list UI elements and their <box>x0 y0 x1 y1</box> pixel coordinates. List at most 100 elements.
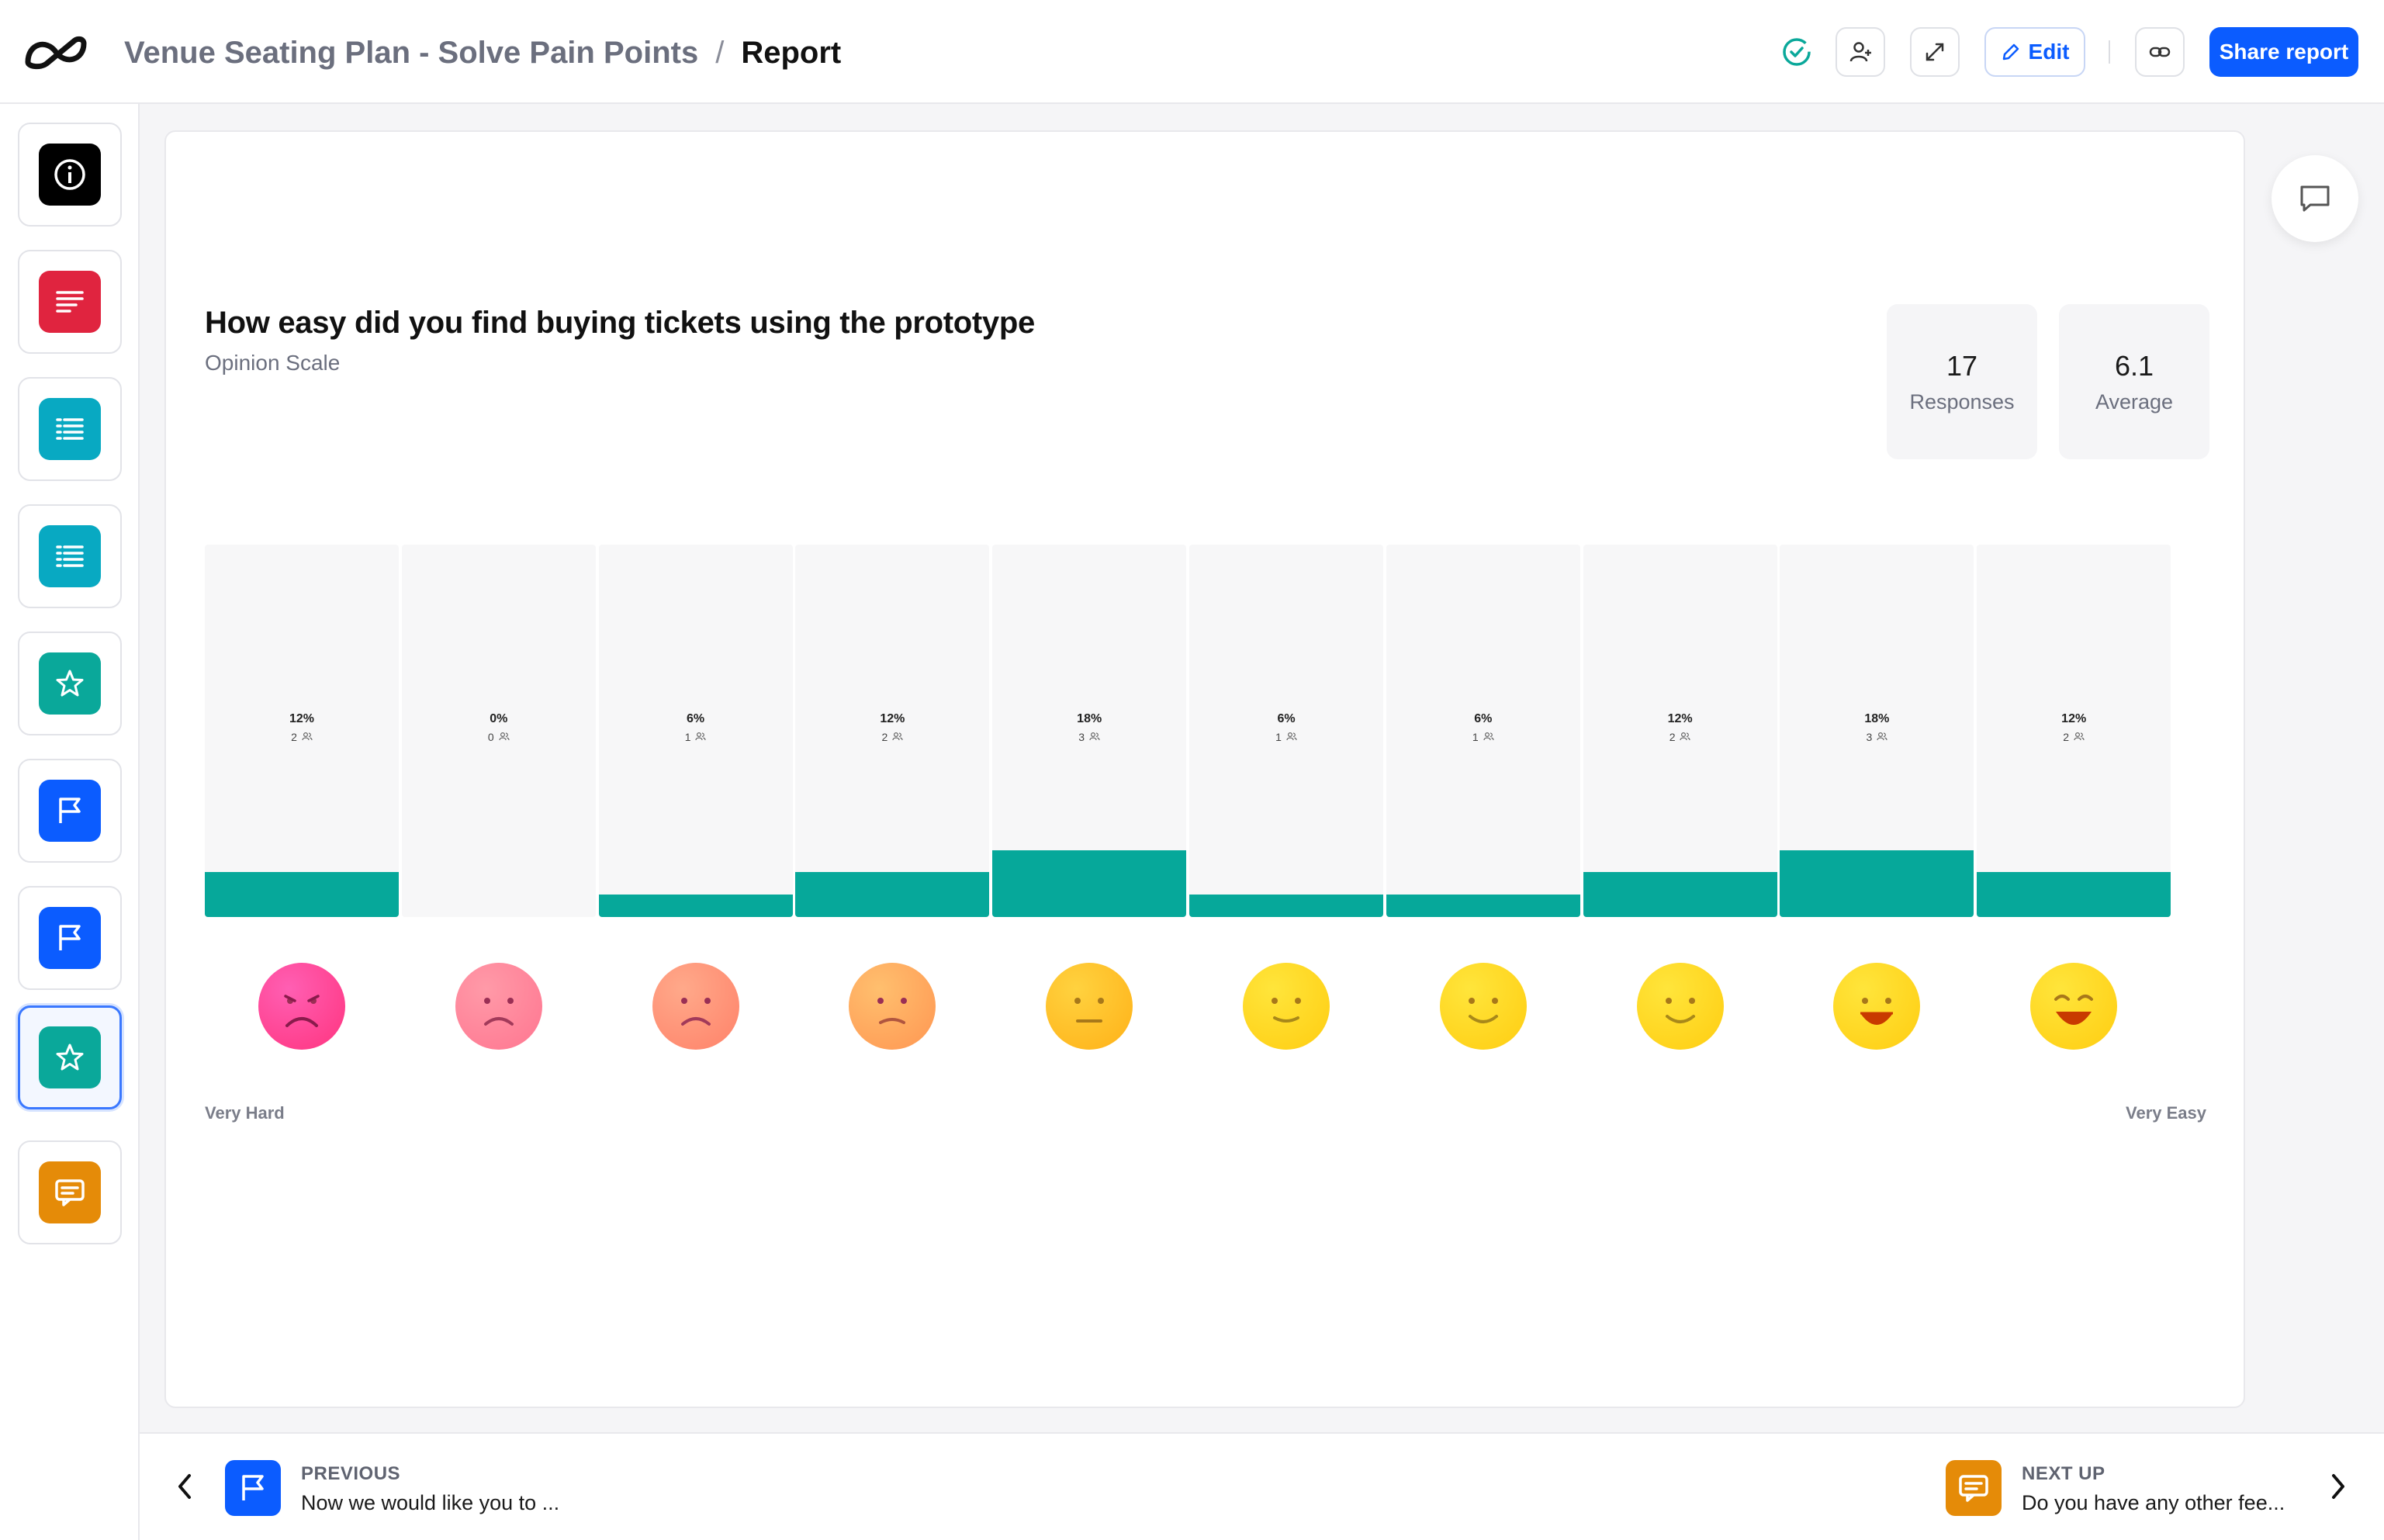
sidebar-item-comment[interactable] <box>18 1140 122 1244</box>
sidebar-item-rating-1[interactable] <box>18 632 122 735</box>
bar-count-label: 1 <box>599 731 793 743</box>
users-icon <box>1286 732 1297 741</box>
bar-fill <box>1977 872 2171 917</box>
breadcrumb-separator: / <box>715 35 725 70</box>
bar-percent-label: 12% <box>880 712 905 725</box>
breadcrumb-project-link[interactable]: Venue Seating Plan - Solve Pain Points <box>124 36 698 71</box>
responses-label: Responses <box>1909 389 2015 414</box>
flag-icon <box>59 925 81 950</box>
chevron-right-icon <box>2332 1474 2344 1499</box>
bar-count-label: 2 <box>795 731 989 743</box>
bar-percent-label: 12% <box>2061 712 2087 725</box>
users-icon <box>892 732 903 741</box>
bar-fill <box>1386 895 1580 917</box>
bar-percent-label: 6% <box>1474 712 1493 725</box>
flag-tile <box>39 907 101 969</box>
emoji-sad-icon <box>455 963 542 1050</box>
bar-column[interactable]: 6% 1 <box>1386 545 1580 917</box>
sidebar-item-task-1[interactable] <box>18 759 122 863</box>
emoji-slight-smile-icon <box>1243 963 1330 1050</box>
bar-count-label: 1 <box>1189 731 1383 743</box>
bar-count-value: 0 <box>487 731 494 743</box>
pencil-icon <box>2002 43 2019 61</box>
previous-question-tile[interactable] <box>225 1460 281 1516</box>
previous-label: PREVIOUS <box>301 1463 401 1484</box>
comments-button[interactable] <box>2272 155 2358 242</box>
bar-fill <box>1780 850 1974 917</box>
bar-column[interactable]: 12% 2 <box>205 545 399 917</box>
bar-fill <box>205 872 399 917</box>
text-lines-icon <box>56 291 84 313</box>
users-icon <box>2074 732 2085 741</box>
emoji-sad-icon <box>652 963 739 1050</box>
average-value: 6.1 <box>2114 349 2154 382</box>
bar-column[interactable]: 6% 1 <box>598 545 793 917</box>
sidebar-item-list-2[interactable] <box>18 504 122 608</box>
sidebar-item-info[interactable] <box>18 123 122 227</box>
sidebar-item-task-2[interactable] <box>18 886 122 990</box>
report-card: How easy did you find buying tickets usi… <box>164 130 2245 1408</box>
average-stat: 6.1 Average <box>2059 304 2209 459</box>
bar-percent-label: 6% <box>1277 712 1296 725</box>
next-arrow-button[interactable] <box>2321 1469 2355 1504</box>
bar-column[interactable]: 12% 2 <box>1583 545 1777 917</box>
bar-count-label: 3 <box>992 731 1186 743</box>
sidebar-item-text[interactable] <box>18 250 122 354</box>
bar-fill <box>1583 872 1777 917</box>
bar-column[interactable]: 12% 2 <box>795 545 990 917</box>
copy-link-button[interactable] <box>2135 27 2185 77</box>
edit-button-label: Edit <box>2028 40 2070 64</box>
responses-value: 17 <box>1946 349 1978 382</box>
bar-column[interactable]: 18% 3 <box>1780 545 1974 917</box>
list-icon <box>56 418 84 440</box>
invite-user-button[interactable] <box>1836 27 1885 77</box>
bar-fill <box>795 872 990 917</box>
question-navigation-footer: PREVIOUS Now we would like you to ... NE… <box>140 1432 2384 1540</box>
bar-column[interactable]: 6% 1 <box>1189 545 1383 917</box>
share-report-button[interactable]: Share report <box>2209 27 2358 77</box>
next-up-label: NEXT UP <box>2022 1463 2105 1484</box>
bar-column[interactable]: 12% 2 <box>1977 545 2171 917</box>
bar-count-label: 1 <box>1386 731 1580 743</box>
flag-icon <box>59 798 81 823</box>
scale-max-label: Very Easy <box>2126 1103 2206 1123</box>
sidebar-item-rating-2-active[interactable] <box>18 1005 122 1109</box>
chat-icon <box>1959 1475 1988 1502</box>
top-header: Venue Seating Plan - Solve Pain Points /… <box>0 0 2384 104</box>
previous-question-text[interactable]: Now we would like you to ... <box>301 1491 559 1515</box>
scale-min-label: Very Hard <box>205 1103 285 1123</box>
average-label: Average <box>2095 389 2174 414</box>
next-question-text[interactable]: Do you have any other fee... <box>2022 1491 2285 1515</box>
emoji-slightly-sad-icon <box>849 963 936 1050</box>
list-tile <box>39 525 101 587</box>
bar-fill <box>992 850 1187 917</box>
app-logo-icon[interactable] <box>23 33 88 71</box>
bar-count-value: 3 <box>1078 731 1085 743</box>
question-title: How easy did you find buying tickets usi… <box>205 306 1035 340</box>
bar-percent-label: 18% <box>1864 712 1890 725</box>
flag-tile <box>39 780 101 842</box>
users-icon <box>1089 732 1100 741</box>
star-icon <box>56 1043 84 1071</box>
bar-count-label: 2 <box>205 731 399 743</box>
star-icon <box>56 670 84 697</box>
star-tile <box>39 652 101 715</box>
edit-button[interactable]: Edit <box>1984 27 2085 77</box>
emoji-smile-icon <box>1636 963 1724 1050</box>
bar-count-label: 3 <box>1780 731 1974 743</box>
bar-count-value: 2 <box>1669 731 1676 743</box>
fullscreen-button[interactable] <box>1910 27 1960 77</box>
expand-icon <box>1926 43 1944 61</box>
sidebar-item-list-1[interactable] <box>18 377 122 481</box>
emoji-neutral-icon <box>1046 963 1133 1050</box>
question-type: Opinion Scale <box>205 351 341 375</box>
bar-column[interactable]: 0% 0 <box>401 545 596 917</box>
bar-percent-label: 12% <box>289 712 315 725</box>
responses-stat: 17 Responses <box>1887 304 2037 459</box>
bar-column[interactable]: 18% 3 <box>992 545 1187 917</box>
bar-count-value: 2 <box>291 731 297 743</box>
previous-arrow-button[interactable] <box>168 1469 202 1504</box>
sync-status-check-icon <box>1772 27 1822 77</box>
next-question-tile[interactable] <box>1946 1460 2002 1516</box>
bar-count-value: 2 <box>2063 731 2070 743</box>
